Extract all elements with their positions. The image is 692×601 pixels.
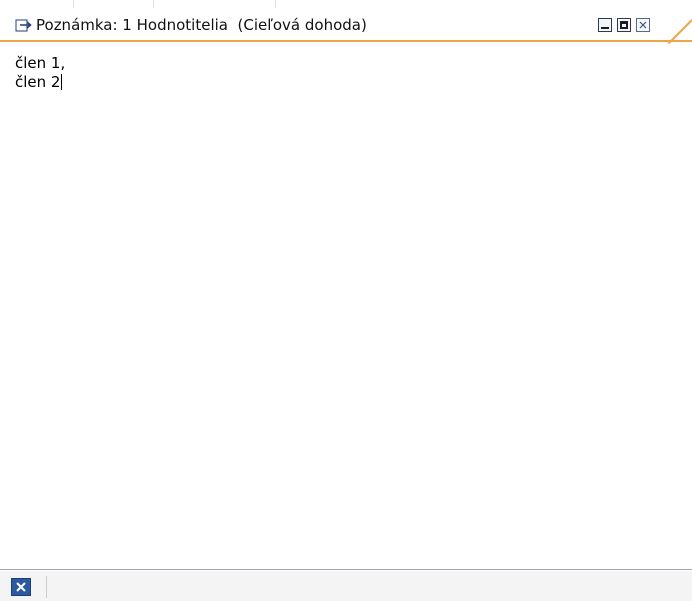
note-line: člen 2 (15, 73, 61, 91)
status-bar (0, 569, 692, 601)
maximize-button[interactable] (617, 18, 631, 32)
close-icon (16, 582, 26, 592)
status-close-button[interactable] (11, 578, 31, 596)
text-caret (61, 74, 63, 90)
status-divider (46, 576, 47, 598)
note-line: člen 1, (15, 54, 66, 72)
window-titlebar: Poznámka: 1 Hodnotitelia (Cieľová dohoda… (0, 8, 692, 42)
note-content-area[interactable]: člen 1, člen 2 (0, 44, 692, 567)
top-strip (0, 0, 692, 8)
close-button[interactable] (636, 18, 650, 32)
note-editor[interactable]: člen 1, člen 2 (15, 54, 65, 92)
top-strip-divider (73, 0, 74, 8)
note-line-cursor-row: člen 2 (15, 73, 65, 92)
minimize-button[interactable] (598, 18, 612, 32)
top-strip-divider (275, 0, 276, 8)
window-title: Poznámka: 1 Hodnotitelia (Cieľová dohoda… (36, 16, 367, 34)
titlebar-corner-decoration (664, 8, 692, 45)
close-icon (639, 21, 647, 29)
note-edit-icon (15, 17, 33, 33)
top-strip-divider (153, 0, 154, 8)
